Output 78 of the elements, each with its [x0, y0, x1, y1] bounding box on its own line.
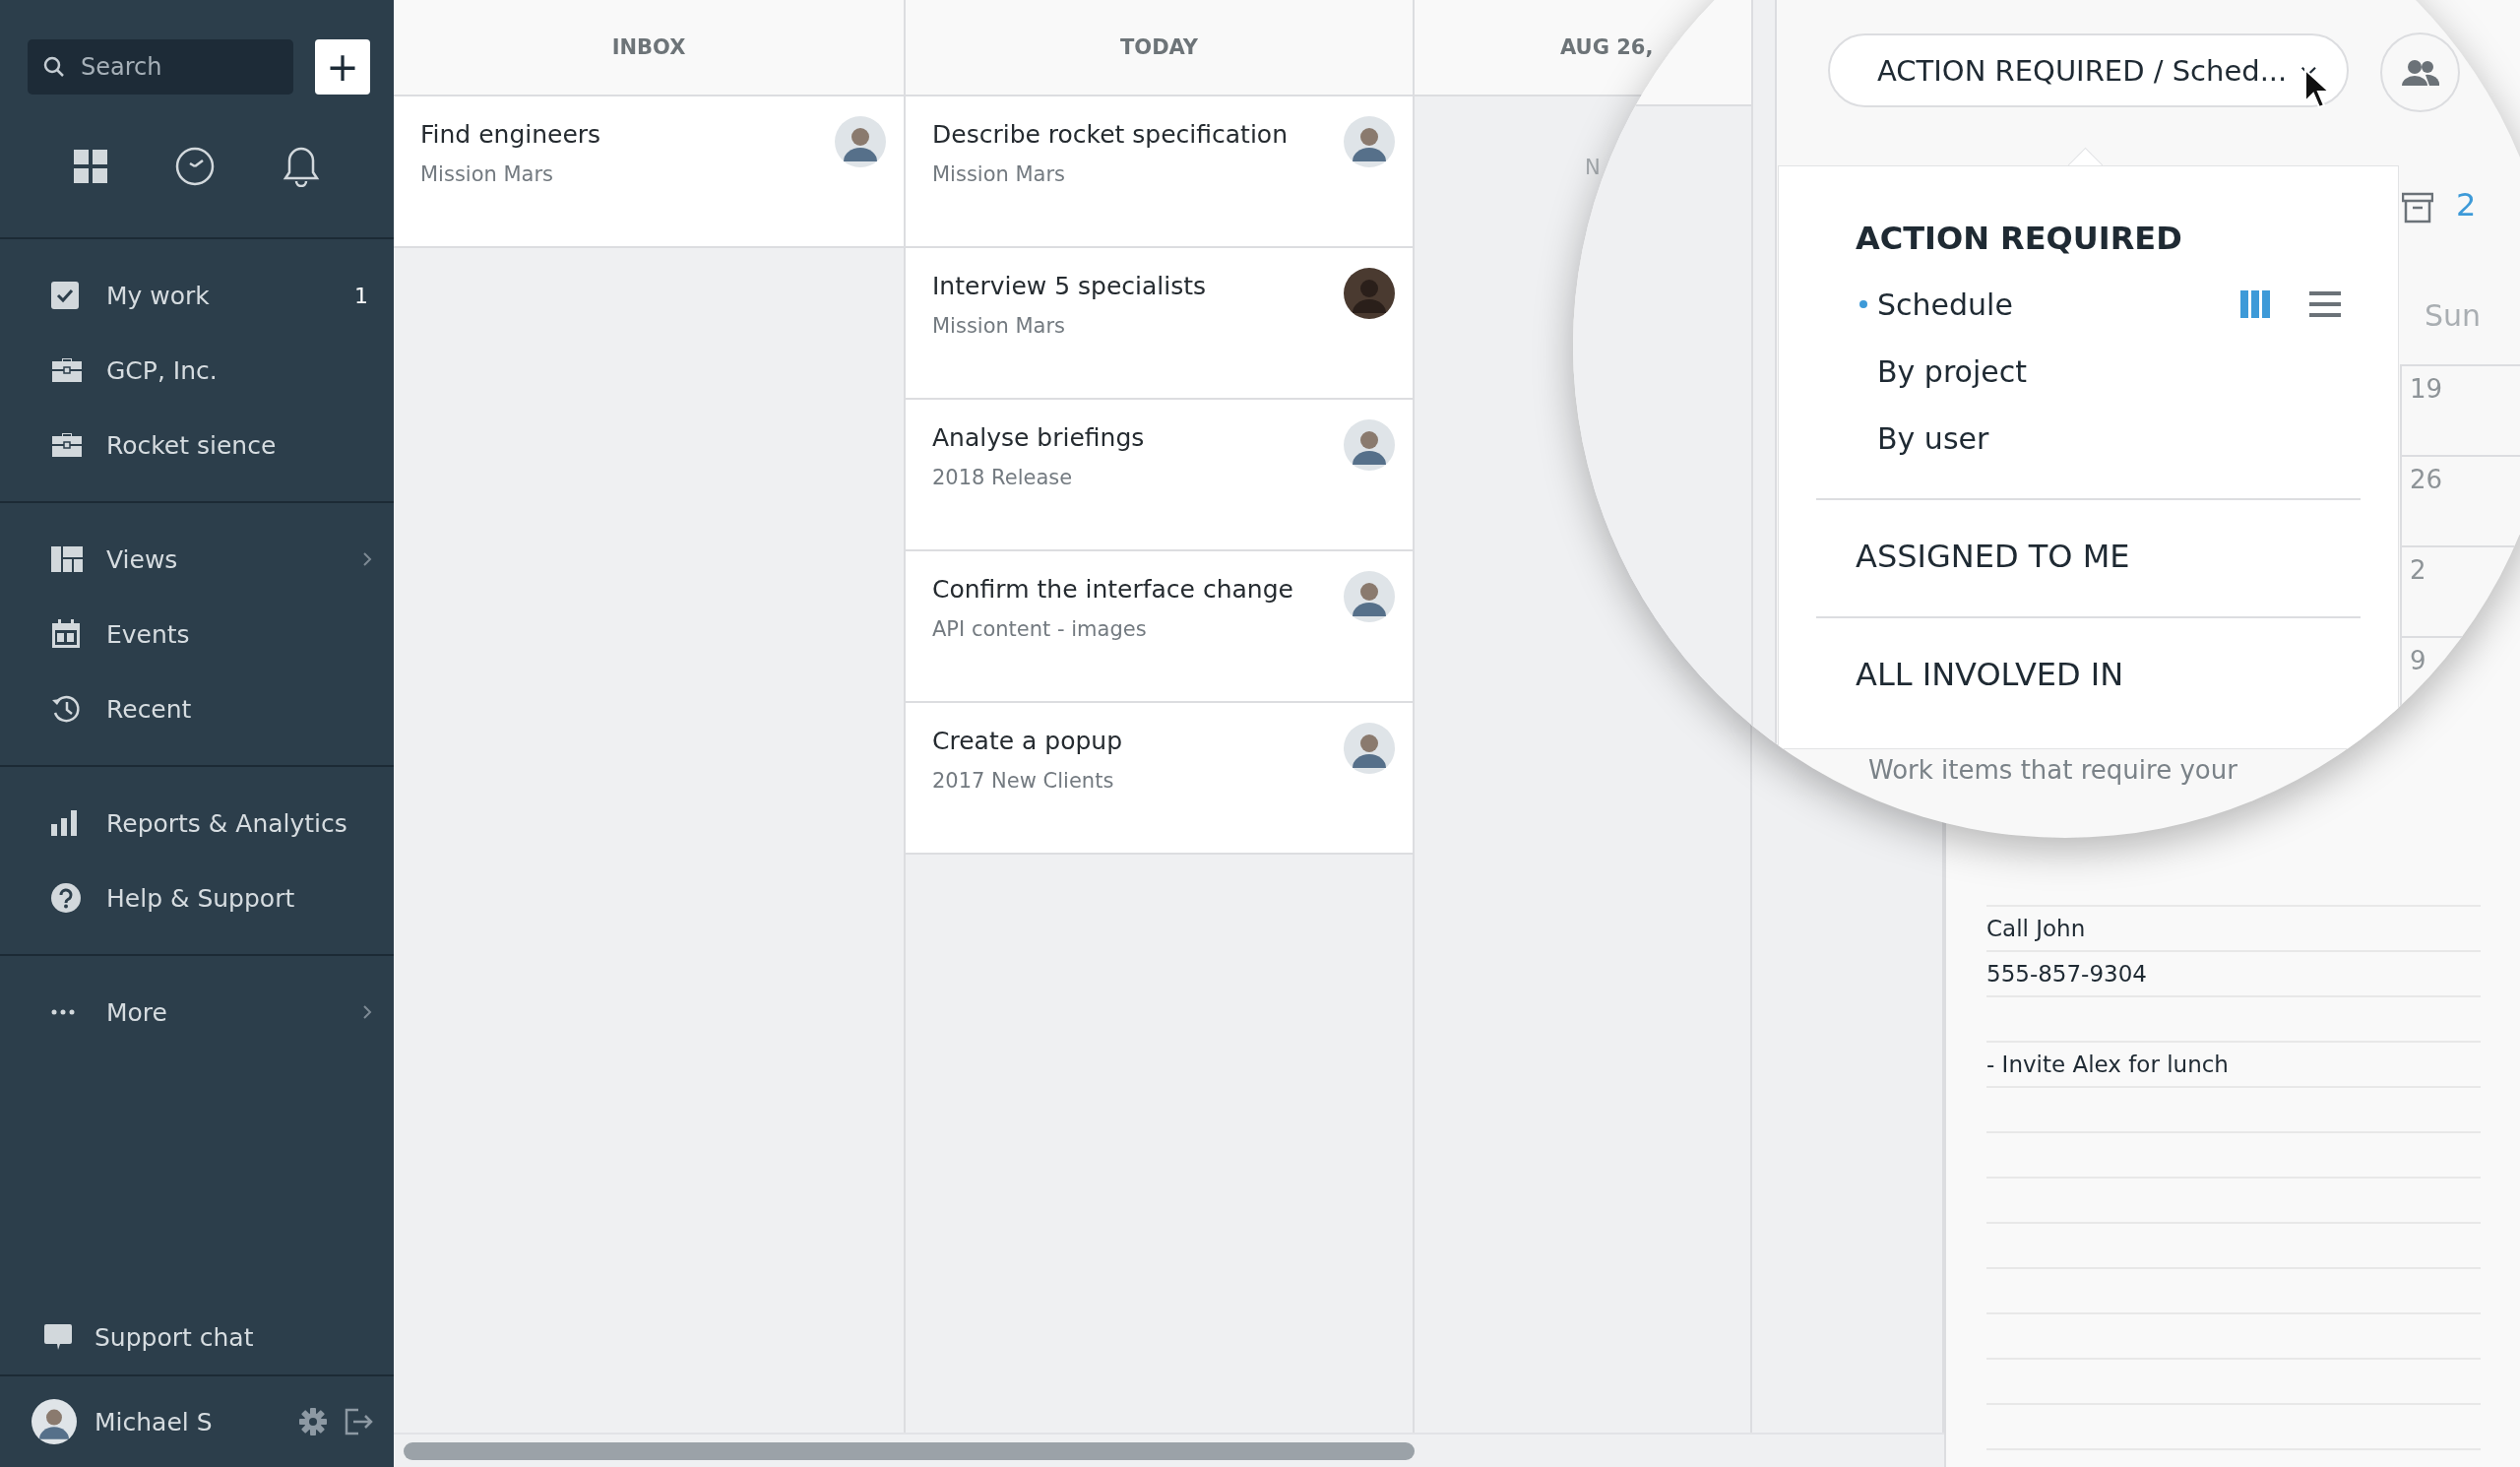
task-title: Interview 5 specialists [932, 272, 1207, 300]
menu-section-title[interactable]: ACTION REQUIRED [1816, 220, 2361, 257]
menu-item[interactable]: By project [1877, 353, 2027, 389]
avatar [1344, 723, 1395, 774]
archive-count: 2 [2456, 186, 2477, 223]
task-title: Find engineers [420, 120, 601, 149]
sidebar-item[interactable]: My work 1 [0, 258, 394, 333]
task-title: Analyse briefings [932, 423, 1145, 452]
avatar [1344, 268, 1395, 319]
list-view-icon[interactable] [2309, 291, 2341, 317]
people-icon [2401, 58, 2439, 87]
task-card[interactable]: Analyse briefings 2018 Release [906, 400, 1413, 551]
sidebar-item[interactable]: Rocket sience [0, 408, 394, 482]
menu-item[interactable]: By user [1877, 420, 1989, 456]
bell-icon[interactable] [283, 145, 321, 187]
task-card[interactable]: Confirm the interface change API content - images [906, 551, 1413, 703]
scrollbar-thumb[interactable] [404, 1441, 1415, 1460]
task-card[interactable]: Find engineers Mission Mars [394, 96, 904, 248]
clock-icon[interactable] [175, 146, 215, 186]
avatar [1344, 116, 1395, 167]
checkbox-icon [51, 282, 79, 309]
weekday-header: Sun [2425, 298, 2482, 333]
user-avatar [32, 1399, 77, 1444]
bar-chart-icon [51, 810, 79, 836]
dashboard-icon[interactable] [73, 149, 107, 183]
layout-icon [51, 546, 83, 572]
sidebar-item[interactable]: GCP, Inc. [0, 333, 394, 408]
view-dropdown-button[interactable]: ACTION REQUIRED / Sched... [1828, 33, 2349, 107]
logout-icon[interactable] [345, 1408, 374, 1435]
count-label: 1 [354, 283, 368, 308]
task-title: Create a popup [932, 727, 1123, 755]
task-card[interactable]: Interview 5 specialists Mission Mars [906, 248, 1413, 400]
column-header: INBOX [394, 0, 904, 96]
sidebar-item[interactable]: More [0, 975, 394, 1050]
menu-section-title[interactable]: ASSIGNED TO ME [1816, 538, 2361, 575]
project-name: API content - images [932, 617, 1148, 641]
search-field[interactable]: Search [28, 39, 293, 95]
more-icon [51, 1009, 75, 1015]
menu-item[interactable]: Schedule [1877, 287, 2013, 322]
sidebar-item[interactable]: Recent [0, 671, 394, 746]
project-name: 2018 Release [932, 466, 1074, 489]
project-name: 2017 New Clients [932, 769, 1115, 793]
task-card[interactable]: Describe rocket specification Mission Mars [906, 96, 1413, 248]
task-title: Confirm the interface change [932, 575, 1293, 604]
calendar-date: 19 [2410, 374, 2443, 404]
calendar-icon [51, 619, 81, 649]
project-name: Mission Mars [420, 162, 555, 186]
note-line: 555-857-9304 [1986, 961, 2147, 987]
archive-icon[interactable] [2402, 192, 2433, 223]
sidebar-item[interactable]: Help & Support [0, 861, 394, 935]
settings-icon[interactable] [299, 1408, 327, 1435]
user-name: Michael S [94, 1407, 214, 1436]
avatar [1344, 419, 1395, 471]
calendar-date: 26 [2410, 465, 2443, 494]
sidebar-item[interactable]: Events [0, 597, 394, 671]
column-header: TODAY [906, 0, 1413, 96]
task-title: Describe rocket specification [932, 120, 1288, 149]
hint-text: Work items that require your [1868, 755, 2237, 785]
columns-view-icon[interactable] [2240, 290, 2270, 318]
note-line: - Invite Alex for lunch [1986, 1052, 2229, 1077]
menu-section-title[interactable]: ALL INVOLVED IN [1816, 656, 2361, 693]
briefcase-icon [51, 357, 83, 383]
avatar [1344, 571, 1395, 622]
add-button[interactable]: + [315, 39, 370, 95]
note-line: Call John [1986, 916, 2086, 941]
chevron-down-icon [2300, 64, 2317, 77]
sidebar-item[interactable]: Views [0, 522, 394, 597]
history-icon [51, 694, 81, 724]
avatar [835, 116, 886, 167]
project-name: Mission Mars [932, 162, 1067, 186]
sidebar-item[interactable]: Reports & Analytics [0, 786, 394, 861]
empty-text: N [1584, 155, 1602, 179]
calendar-date: 2 [2410, 555, 2426, 585]
calendar-date: 9 [2410, 646, 2426, 675]
help-icon [51, 883, 81, 913]
project-name: Mission Mars [932, 314, 1067, 338]
briefcase-icon [51, 432, 83, 458]
task-card[interactable]: Create a popup 2017 New Clients [906, 703, 1413, 855]
